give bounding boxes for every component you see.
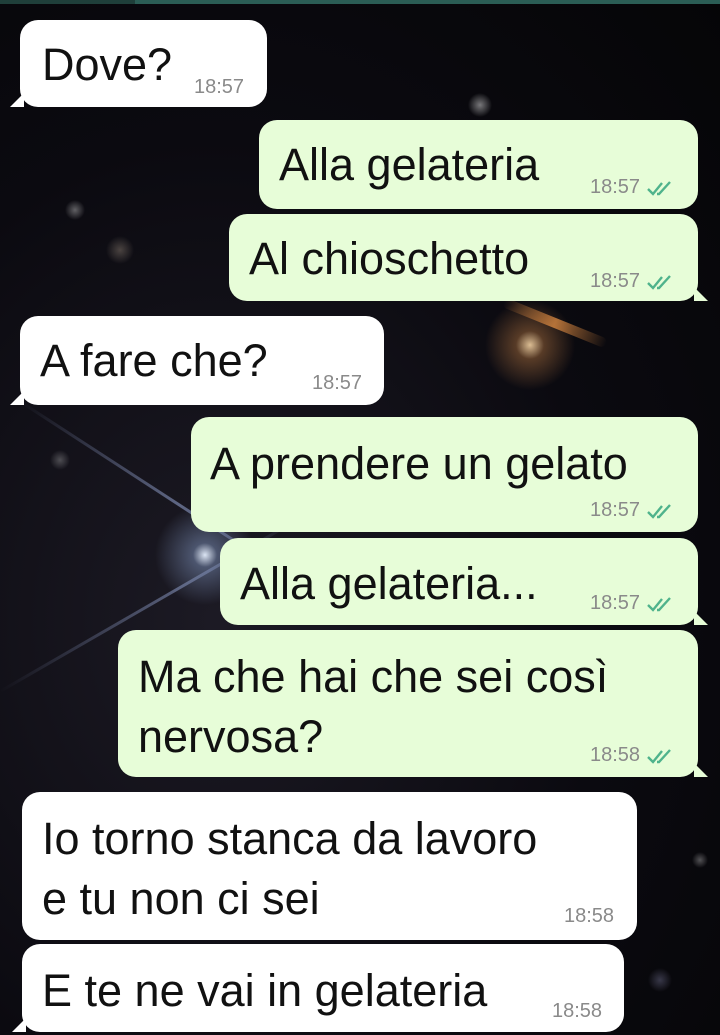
message-meta: 18:57 <box>590 592 678 615</box>
message-meta: 18:58 <box>564 905 614 928</box>
message-meta: 18:57 <box>194 76 244 99</box>
double-check-read-icon <box>647 748 671 764</box>
message-meta: 18:57 <box>590 270 678 293</box>
message-meta: 18:57 <box>590 176 678 199</box>
message-text: Dove? <box>42 39 173 90</box>
top-strip <box>0 0 720 4</box>
message-time: 18:58 <box>552 1000 603 1022</box>
message-time: 18:58 <box>590 744 641 766</box>
message-text: Ma che hai che sei così <box>138 651 609 702</box>
double-check-read-icon <box>647 503 671 519</box>
message-text: nervosa? <box>138 711 324 762</box>
double-check-read-icon <box>647 180 671 196</box>
message-text: e tu non ci sei <box>42 873 320 924</box>
message-meta: 18:58 <box>590 744 678 767</box>
message-text: Alla gelateria... <box>240 558 538 609</box>
top-strip-accent <box>135 0 720 4</box>
message-meta: 18:57 <box>590 499 678 522</box>
message-time: 18:57 <box>590 176 641 198</box>
message-bubble-incoming[interactable]: E te ne vai in gelateria 18:58 <box>12 944 624 1032</box>
message-bubble-incoming[interactable]: Io torno stanca da lavoro e tu non ci se… <box>22 792 637 940</box>
double-check-read-icon <box>647 274 671 290</box>
message-time: 18:58 <box>564 905 615 927</box>
message-text: E te ne vai in gelateria <box>42 965 488 1016</box>
message-bubble-outgoing[interactable]: Ma che hai che sei così nervosa? 18:58 <box>118 630 708 777</box>
message-time: 18:57 <box>590 592 641 614</box>
wallpaper-streak <box>502 297 608 349</box>
message-text: A fare che? <box>40 335 268 386</box>
message-bubble-incoming[interactable]: A fare che? 18:57 <box>10 316 384 405</box>
message-meta: 18:58 <box>552 1000 602 1023</box>
message-bubble-incoming[interactable]: Dove? 18:57 <box>10 20 267 107</box>
message-time: 18:57 <box>194 76 245 98</box>
message-bubble-outgoing[interactable]: Alla gelateria... 18:57 <box>220 538 708 625</box>
message-text: Al chioschetto <box>249 233 530 284</box>
message-meta: 18:57 <box>312 372 362 395</box>
message-bubble-outgoing[interactable]: A prendere un gelato 18:57 <box>191 417 698 532</box>
message-time: 18:57 <box>312 372 363 394</box>
message-bubble-outgoing[interactable]: Alla gelateria 18:57 <box>259 120 698 209</box>
message-time: 18:57 <box>590 270 641 292</box>
double-check-read-icon <box>647 596 671 612</box>
message-text: Io torno stanca da lavoro <box>42 813 538 864</box>
message-time: 18:57 <box>590 499 641 521</box>
message-text: Alla gelateria <box>279 139 540 190</box>
message-bubble-outgoing[interactable]: Al chioschetto 18:57 <box>229 214 708 301</box>
message-text: A prendere un gelato <box>210 438 628 489</box>
